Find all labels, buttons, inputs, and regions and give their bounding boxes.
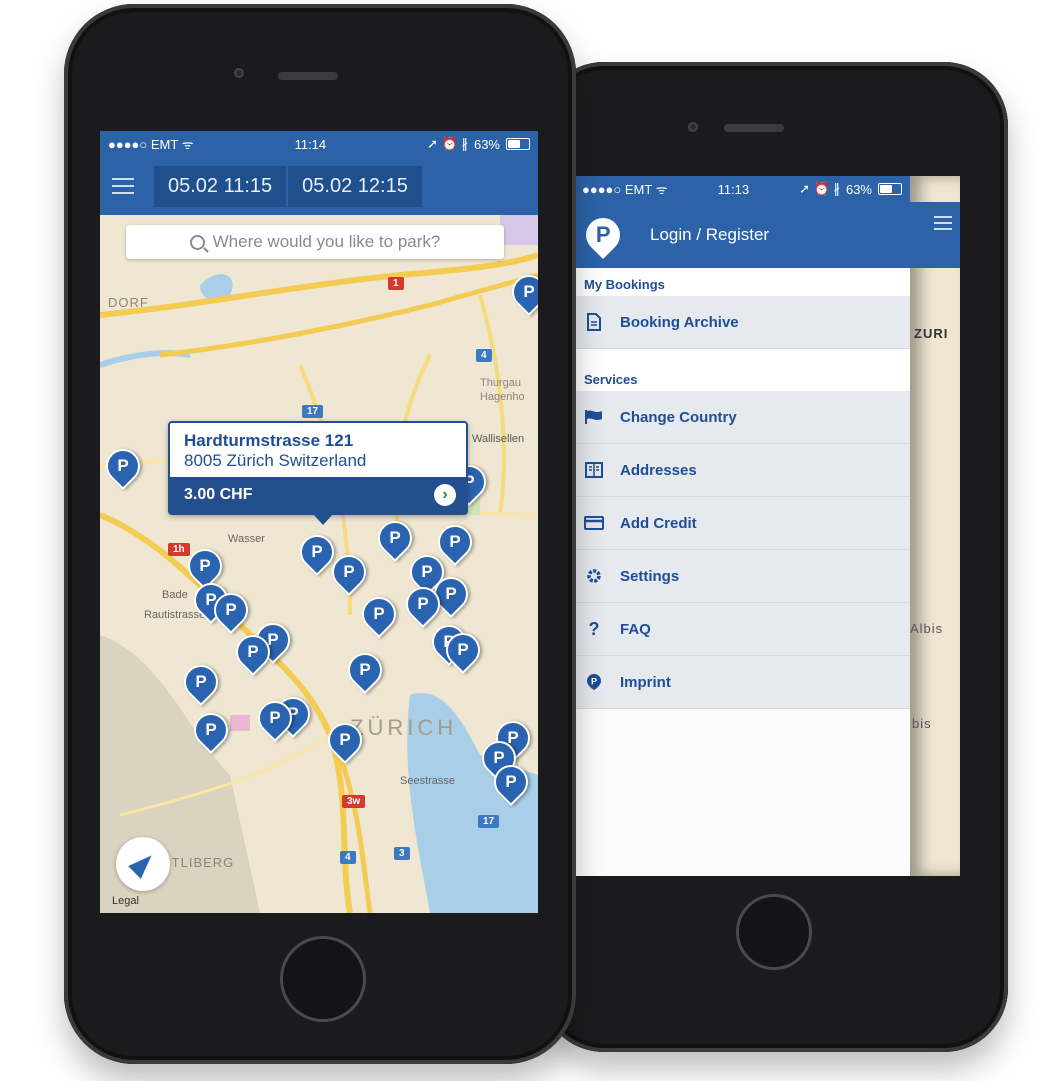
chevron-right-icon[interactable]: › <box>434 484 456 506</box>
map-label-baden: Bade <box>162 589 188 601</box>
document-icon <box>584 312 604 332</box>
map-screen: ●●●●○ EMT ᯤ 11:14 ➚ ⏰ ∦ 63% 05.02 11:15 … <box>100 131 538 913</box>
menu-item-imprint[interactable]: P Imprint <box>574 656 910 709</box>
underlying-navbar <box>910 202 960 268</box>
login-register-link[interactable]: Login / Register <box>650 225 769 245</box>
section-my-bookings: My Bookings <box>574 268 910 296</box>
status-bar: ●●●●○ EMT ᯤ 11:13 ➚ ⏰ ∦ 63% <box>574 176 910 202</box>
p-pin-icon: P <box>584 672 604 692</box>
map-label-seestrasse: Seestrasse <box>400 775 456 787</box>
highway-shield: 1h <box>168 543 190 556</box>
legal-link[interactable]: Legal <box>112 895 139 907</box>
hamburger-icon[interactable] <box>934 216 952 230</box>
speaker <box>278 72 338 80</box>
search-placeholder: Where would you like to park? <box>212 232 441 251</box>
callout-tail <box>312 513 334 525</box>
menu-item-change-country[interactable]: Change Country <box>574 391 910 444</box>
carrier: ●●●●○ EMT ᯤ <box>108 137 194 152</box>
section-services: Services <box>574 349 910 391</box>
menu-item-booking-archive[interactable]: Booking Archive <box>574 296 910 349</box>
callout-street: Hardturmstrasse 121 <box>184 431 354 450</box>
clock: 11:14 <box>294 136 327 152</box>
map-label-hagenholz: Hagenho <box>480 391 525 403</box>
flag-icon <box>584 407 604 427</box>
end-time-button[interactable]: 05.02 12:15 <box>288 165 422 207</box>
road-shield: 3 <box>394 847 410 860</box>
phone-left: ●●●●○ EMT ᯤ 11:14 ➚ ⏰ ∦ 63% 05.02 11:15 … <box>64 4 576 1064</box>
front-camera <box>234 68 244 78</box>
map-label-thurgau: Thurgau <box>480 377 521 389</box>
map-view[interactable]: Where would you like to park? DORF ZÜRIC… <box>100 215 538 913</box>
address-book-icon <box>584 460 604 480</box>
map-label-zuri: ZURI <box>914 326 949 341</box>
clock: 11:13 <box>717 181 750 197</box>
home-button[interactable] <box>280 936 366 1022</box>
status-bar: ●●●●○ EMT ᯤ 11:14 ➚ ⏰ ∦ 63% <box>100 131 538 157</box>
drawer-empty-area <box>574 709 910 876</box>
menu-item-faq[interactable]: ? FAQ <box>574 603 910 656</box>
underlying-map-peek[interactable]: ZURI Albis bis <box>910 176 960 876</box>
status-icons: ➚ ⏰ ∦ 63% <box>427 136 530 152</box>
battery-icon <box>506 138 530 150</box>
callout-city: 8005 Zürich Switzerland <box>184 451 367 470</box>
menu-item-settings[interactable]: Settings <box>574 550 910 603</box>
map-label-bis: bis <box>912 716 932 731</box>
callout-address: Hardturmstrasse 121 8005 Zürich Switzerl… <box>170 423 466 477</box>
map-label-dorf: DORF <box>108 295 149 310</box>
highway-shield: 3w <box>342 795 366 808</box>
start-time-button[interactable]: 05.02 11:15 <box>154 165 287 207</box>
front-camera <box>688 122 698 132</box>
menu-item-addresses[interactable]: Addresses <box>574 444 910 497</box>
battery-icon <box>878 183 902 195</box>
menu-screen: ●●●●○ EMT ᯤ 11:13 ➚ ⏰ ∦ 63% P Login / Re… <box>574 176 960 876</box>
map-label-uetliberg: ETLIBERG <box>162 855 235 870</box>
gear-icon <box>584 566 604 586</box>
home-button[interactable] <box>736 894 812 970</box>
map-label-wasser: Wasser <box>228 533 265 545</box>
svg-text:P: P <box>591 677 597 687</box>
drawer-header[interactable]: P Login / Register <box>574 202 910 268</box>
status-icons: ➚ ⏰ ∦ 63% <box>799 181 902 197</box>
highway-shield: 1 <box>388 277 404 290</box>
map-label-zurich: ZÜRICH <box>350 715 458 740</box>
speaker <box>724 124 784 132</box>
menu-item-add-credit[interactable]: Add Credit <box>574 497 910 550</box>
location-callout[interactable]: Hardturmstrasse 121 8005 Zürich Switzerl… <box>168 421 468 525</box>
question-icon: ? <box>588 618 600 639</box>
callout-price-bar[interactable]: 3.00 CHF › <box>170 477 466 513</box>
location-arrow-icon <box>128 849 158 879</box>
road-shield: 17 <box>302 405 324 418</box>
parking-logo-icon: P <box>578 210 628 260</box>
phone-right: ●●●●○ EMT ᯤ 11:13 ➚ ⏰ ∦ 63% P Login / Re… <box>540 62 1008 1052</box>
map-label-albis: Albis <box>910 621 944 636</box>
credit-card-icon <box>584 513 604 533</box>
nav-bar: 05.02 11:15 05.02 12:15 <box>100 157 538 215</box>
locate-me-button[interactable] <box>116 837 170 891</box>
search-bar[interactable]: Where would you like to park? <box>126 225 504 259</box>
road-shield: 17 <box>478 815 500 828</box>
road-shield: 4 <box>340 851 356 864</box>
road-shield: 4 <box>476 349 492 362</box>
hamburger-icon[interactable] <box>112 178 134 194</box>
side-drawer: ●●●●○ EMT ᯤ 11:13 ➚ ⏰ ∦ 63% P Login / Re… <box>574 176 910 876</box>
callout-price: 3.00 CHF <box>184 486 253 503</box>
map-label-wallisellen: Wallisellen <box>472 433 525 445</box>
search-icon <box>189 234 205 250</box>
carrier: ●●●●○ EMT ᯤ <box>582 182 668 197</box>
